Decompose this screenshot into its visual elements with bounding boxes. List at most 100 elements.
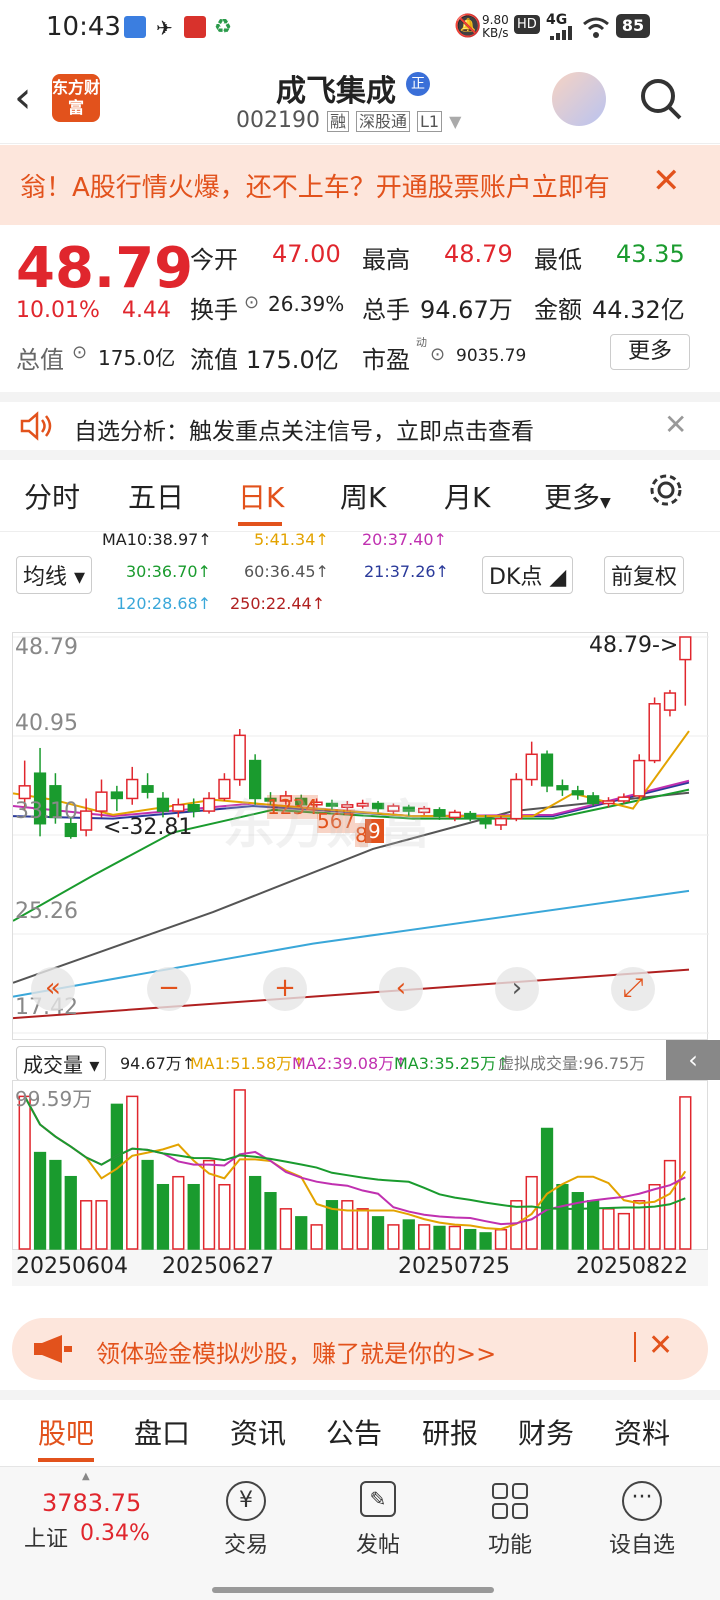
volume-bar <box>141 1159 154 1250</box>
tab-fenshi[interactable]: 分时 <box>24 476 80 516</box>
tag-l1: L1 <box>417 111 443 132</box>
info-icon[interactable]: ⊙ <box>244 292 259 313</box>
x-axis: 20250604 20250627 20250725 20250822 <box>12 1250 708 1286</box>
candle-body <box>587 795 600 805</box>
nav-trade[interactable]: ¥ 交易 <box>196 1481 296 1559</box>
edit-icon: ✎ <box>360 1481 396 1517</box>
volume-bar <box>617 1212 630 1250</box>
back-icon[interactable]: ‹ <box>14 72 32 123</box>
volume-bar <box>540 1127 554 1250</box>
promo-banner[interactable]: 翁！A股行情火爆，还不上车？开通股票账户立即有 ✕ <box>0 145 720 225</box>
sim-trade-ad[interactable]: 领体验金模拟炒股，赚了就是你的>> ✕ <box>12 1318 708 1380</box>
volume-bar <box>33 1151 47 1250</box>
candle-body <box>156 797 170 812</box>
volume-bar <box>279 1208 292 1250</box>
candle-body <box>540 753 554 787</box>
tab-caiwu[interactable]: 财务 <box>518 1412 574 1452</box>
zoom-in-icon[interactable]: + <box>263 967 307 1011</box>
dk-button[interactable]: DK点 ◢ <box>482 556 574 594</box>
tab-zhouk[interactable]: 周K <box>340 476 386 516</box>
ma-legend: MA10:38.97↑ 5:41.34↑ 20:37.40↑ 30:36.70↑… <box>0 530 720 630</box>
low-label: 最低 <box>534 246 582 274</box>
analysis-notice[interactable]: 自选分析：触发重点关注信号，立即点击查看 ✕ <box>0 392 720 460</box>
zoom-out-icon[interactable]: − <box>147 967 191 1011</box>
stock-name: 成飞集成 <box>276 74 396 109</box>
volume-bar <box>156 1183 170 1250</box>
tab-ziliao[interactable]: 资料 <box>614 1412 670 1452</box>
volume-bar <box>95 1200 108 1250</box>
tab-pankou[interactable]: 盘口 <box>134 1412 190 1452</box>
last-price: 48.79 <box>16 236 194 301</box>
tab-more[interactable]: 更多▼ <box>544 476 611 516</box>
tab-yanbao[interactable]: 研报 <box>422 1412 478 1452</box>
nav-label: 发帖 <box>355 1533 400 1558</box>
yen-icon: ¥ <box>226 1481 266 1521</box>
notice-text: 自选分析：触发重点关注信号，立即点击查看 <box>74 419 534 445</box>
x-tick: 20250725 <box>398 1254 510 1279</box>
scroll-right-icon[interactable]: › <box>495 967 539 1011</box>
more-button[interactable]: 更多 <box>610 334 690 370</box>
fq-button[interactable]: 前复权 <box>604 556 685 594</box>
ma-selector[interactable]: 均线 ▾ <box>16 556 93 594</box>
tab-zixun[interactable]: 资讯 <box>230 1412 286 1452</box>
y-label: 40.95 <box>15 711 78 736</box>
search-icon[interactable] <box>638 76 684 122</box>
volume-bar <box>479 1232 492 1250</box>
megaphone-icon <box>34 1335 72 1363</box>
nav-post[interactable]: ✎ 发帖 <box>328 1481 428 1559</box>
volume-bar <box>126 1095 139 1250</box>
volume-bar <box>64 1175 77 1250</box>
divider <box>634 1332 636 1362</box>
change-amt: 4.44 <box>122 298 171 323</box>
robot-avatar-icon[interactable] <box>552 72 606 126</box>
volume-bar <box>80 1200 93 1250</box>
fullscreen-icon[interactable]: ⤢ <box>611 967 655 1011</box>
candle-body <box>172 804 185 812</box>
volume-bar <box>310 1224 323 1250</box>
volume-bar <box>110 1103 123 1250</box>
collapse-icon[interactable]: ‹ <box>666 1040 720 1080</box>
close-icon[interactable]: ✕ <box>664 408 687 441</box>
volume-bar <box>233 1089 246 1250</box>
open-value: 47.00 <box>272 240 341 268</box>
nav-functions[interactable]: 功能 <box>460 1481 560 1559</box>
info-icon[interactable]: ⊙ <box>72 342 87 363</box>
mcap-value: 175.0亿 <box>98 346 176 370</box>
nav-add-watch[interactable]: ··· 设自选 <box>592 1481 692 1559</box>
volume-bar <box>295 1216 308 1250</box>
info-icon[interactable]: ⊙ <box>430 344 445 365</box>
candle-body <box>80 810 93 831</box>
index-value: 3783.75 <box>42 1489 142 1517</box>
vol-value: 94.67万↑ <box>120 1054 196 1073</box>
candle-body <box>187 804 200 812</box>
tab-gonggao[interactable]: 公告 <box>326 1412 382 1452</box>
x-tick: 20250604 <box>16 1254 128 1279</box>
volume-bar <box>356 1208 369 1250</box>
volume-svg <box>18 1089 692 1250</box>
app-icon: ♻ <box>214 14 232 38</box>
dropdown-icon[interactable]: ▼ <box>449 112 461 131</box>
volume-chart: 99.59万 <box>12 1080 708 1250</box>
close-icon[interactable]: ✕ <box>648 1328 673 1363</box>
tab-yuek[interactable]: 月K <box>444 476 490 516</box>
tab-wuri[interactable]: 五日 <box>128 476 184 516</box>
volume-selector[interactable]: 成交量 ▾ <box>16 1046 107 1081</box>
close-icon[interactable]: ✕ <box>652 161 681 201</box>
tab-rik[interactable]: 日K <box>238 476 284 516</box>
notify-icon: ✈ <box>156 16 173 40</box>
kline-chart[interactable]: 48.79 40.95 33.10 25.26 17.42 48.79-> <-… <box>12 632 709 1040</box>
candle-body <box>556 785 569 791</box>
promo-text: 翁！A股行情火爆，还不上车？开通股票账户立即有 <box>20 173 610 203</box>
candle-body <box>141 785 154 793</box>
tab-guba[interactable]: 股吧 <box>38 1412 94 1452</box>
scroll-left-fast-icon[interactable]: « <box>31 967 75 1011</box>
index-ticker[interactable]: ▲ 3783.75 上证 0.34% <box>20 1471 180 1555</box>
volume-bar <box>402 1219 415 1250</box>
scroll-left-icon[interactable]: ‹ <box>379 967 423 1011</box>
app-logo[interactable]: 东方财富 <box>52 74 100 122</box>
settings-gear-icon[interactable] <box>646 470 686 510</box>
active-tab-indicator <box>238 522 282 526</box>
volume-bar <box>602 1208 615 1250</box>
ma60-label: 60:36.45↑ <box>244 562 329 581</box>
hd-icon: HD <box>514 15 540 34</box>
